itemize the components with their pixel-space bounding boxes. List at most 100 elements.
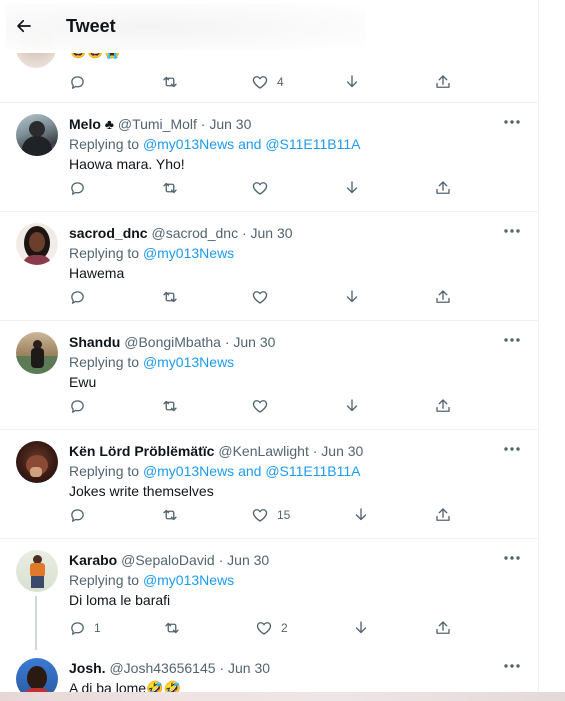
replying-to-label: Replying to <box>69 136 143 152</box>
display-name[interactable]: Shandu <box>69 334 120 350</box>
downvote-button[interactable] <box>352 618 370 638</box>
handle[interactable]: @SepaloDavid <box>121 552 215 568</box>
downvote-button[interactable] <box>343 396 361 416</box>
retweet-button[interactable] <box>161 72 179 92</box>
reply-tweet[interactable]: sacrod_dnc @sacrod_dnc · Jun 30 Replying… <box>0 211 538 321</box>
like-button[interactable]: 2 <box>255 618 288 638</box>
arrow-down-icon <box>355 621 367 634</box>
reply-button[interactable] <box>69 72 86 92</box>
avatar[interactable] <box>16 114 58 156</box>
arrow-down-icon <box>346 181 358 194</box>
like-button[interactable]: 4 <box>251 72 284 92</box>
reply-tweet[interactable]: Melo ♣ @Tumi_Molf · Jun 30 Replying to @… <box>0 102 538 212</box>
downvote-button[interactable] <box>343 287 361 307</box>
downvote-button[interactable] <box>343 178 361 198</box>
tweet-text: Hawema <box>69 265 125 281</box>
arrow-down-icon <box>346 399 358 412</box>
share-button[interactable] <box>434 72 452 92</box>
tweet-text: Ewu <box>69 374 97 390</box>
mention-link[interactable]: @my013News <box>143 245 234 261</box>
mention-link[interactable]: @my013News and @S11E11B11A <box>143 136 361 152</box>
timestamp[interactable]: · Jun 30 <box>225 334 276 350</box>
arrow-down-icon <box>355 508 367 521</box>
reply-button[interactable] <box>69 396 94 416</box>
retweet-icon <box>163 291 177 303</box>
retweet-button[interactable] <box>161 396 179 416</box>
mention-link[interactable]: @my013News <box>143 354 234 370</box>
avatar[interactable] <box>16 332 58 374</box>
tweet-body: Melo ♣ @Tumi_Molf · Jun 30 Replying to @… <box>69 114 522 174</box>
heart-icon <box>252 400 268 413</box>
more-icon <box>504 338 520 342</box>
reply-tweet[interactable]: Kën Lörd Pröblëmätïc @KenLawlight · Jun … <box>0 429 538 539</box>
timestamp[interactable]: · Jun 30 <box>313 443 364 459</box>
downvote-button[interactable] <box>343 72 361 92</box>
tweet-header: Shandu @BongiMbatha · Jun 30 <box>69 332 522 352</box>
share-button[interactable] <box>434 287 452 307</box>
more-options-button[interactable] <box>502 439 522 459</box>
share-button[interactable] <box>434 396 452 416</box>
handle[interactable]: @Tumi_Molf <box>118 116 197 132</box>
share-button[interactable] <box>434 505 452 525</box>
avatar[interactable] <box>16 550 58 592</box>
replying-to-label: Replying to <box>69 354 143 370</box>
retweet-button[interactable] <box>163 618 181 638</box>
reply-button[interactable] <box>69 505 94 525</box>
tweet-header: sacrod_dnc @sacrod_dnc · Jun 30 <box>69 223 522 243</box>
retweet-button[interactable] <box>161 287 179 307</box>
heart-icon <box>252 509 268 522</box>
reply-tweet[interactable]: Karabo @SepaloDavid · Jun 30 Replying to… <box>0 538 538 650</box>
like-button[interactable] <box>251 178 277 198</box>
like-button[interactable] <box>251 396 277 416</box>
more-icon <box>504 120 520 124</box>
display-name[interactable]: Karabo <box>69 552 117 568</box>
share-button[interactable] <box>434 618 452 638</box>
reply-icon <box>71 290 84 304</box>
tweet-actions: 15 <box>69 505 459 525</box>
avatar[interactable] <box>16 441 58 483</box>
display-name[interactable]: Josh. <box>69 660 106 676</box>
back-button[interactable] <box>8 10 40 42</box>
reply-icon <box>71 508 84 522</box>
share-button[interactable] <box>434 178 452 198</box>
handle[interactable]: @KenLawlight <box>218 443 309 459</box>
tweet-header: Kën Lörd Pröblëmätïc @KenLawlight · Jun … <box>69 441 522 461</box>
more-options-button[interactable] <box>502 548 522 568</box>
reply-icon <box>71 75 84 89</box>
handle[interactable]: @sacrod_dnc <box>151 225 238 241</box>
timestamp[interactable]: · Jun 30 <box>242 225 293 241</box>
more-options-button[interactable] <box>502 330 522 350</box>
reply-button[interactable] <box>69 287 94 307</box>
tweet-body: Karabo @SepaloDavid · Jun 30 Replying to… <box>69 550 522 610</box>
retweet-button[interactable] <box>161 178 179 198</box>
display-name[interactable]: Melo ♣ <box>69 116 114 132</box>
retweet-button[interactable] <box>161 505 179 525</box>
like-count: 2 <box>281 621 288 635</box>
handle[interactable]: @Josh43656145 <box>109 660 215 676</box>
reply-button[interactable]: 1 <box>69 618 101 638</box>
like-button[interactable] <box>251 287 277 307</box>
display-name[interactable]: Kën Lörd Pröblëmätïc <box>69 443 214 459</box>
mention-link[interactable]: @my013News and @S11E11B11A <box>143 463 361 479</box>
like-button[interactable]: 15 <box>251 505 290 525</box>
replying-to-label: Replying to <box>69 572 143 588</box>
handle[interactable]: @BongiMbatha <box>124 334 221 350</box>
timestamp[interactable]: · Jun 30 <box>219 660 270 676</box>
tweet-header: Josh. @Josh43656145 · Jun 30 <box>69 658 522 678</box>
reply-tweet[interactable]: Shandu @BongiMbatha · Jun 30 Replying to… <box>0 320 538 430</box>
more-options-button[interactable] <box>502 112 522 132</box>
avatar[interactable] <box>16 223 58 265</box>
reply-button[interactable] <box>69 178 94 198</box>
mention-link[interactable]: @my013News <box>143 572 234 588</box>
share-icon <box>436 399 450 412</box>
more-options-button[interactable] <box>502 656 522 676</box>
tweet-actions: 4 <box>69 72 459 92</box>
reply-count: 1 <box>94 621 101 635</box>
thread-connector <box>35 596 37 650</box>
timestamp[interactable]: · Jun 30 <box>219 552 270 568</box>
arrow-down-icon <box>346 75 358 88</box>
more-options-button[interactable] <box>502 221 522 241</box>
display-name[interactable]: sacrod_dnc <box>69 225 148 241</box>
timestamp[interactable]: · Jun 30 <box>201 116 252 132</box>
downvote-button[interactable] <box>352 505 370 525</box>
